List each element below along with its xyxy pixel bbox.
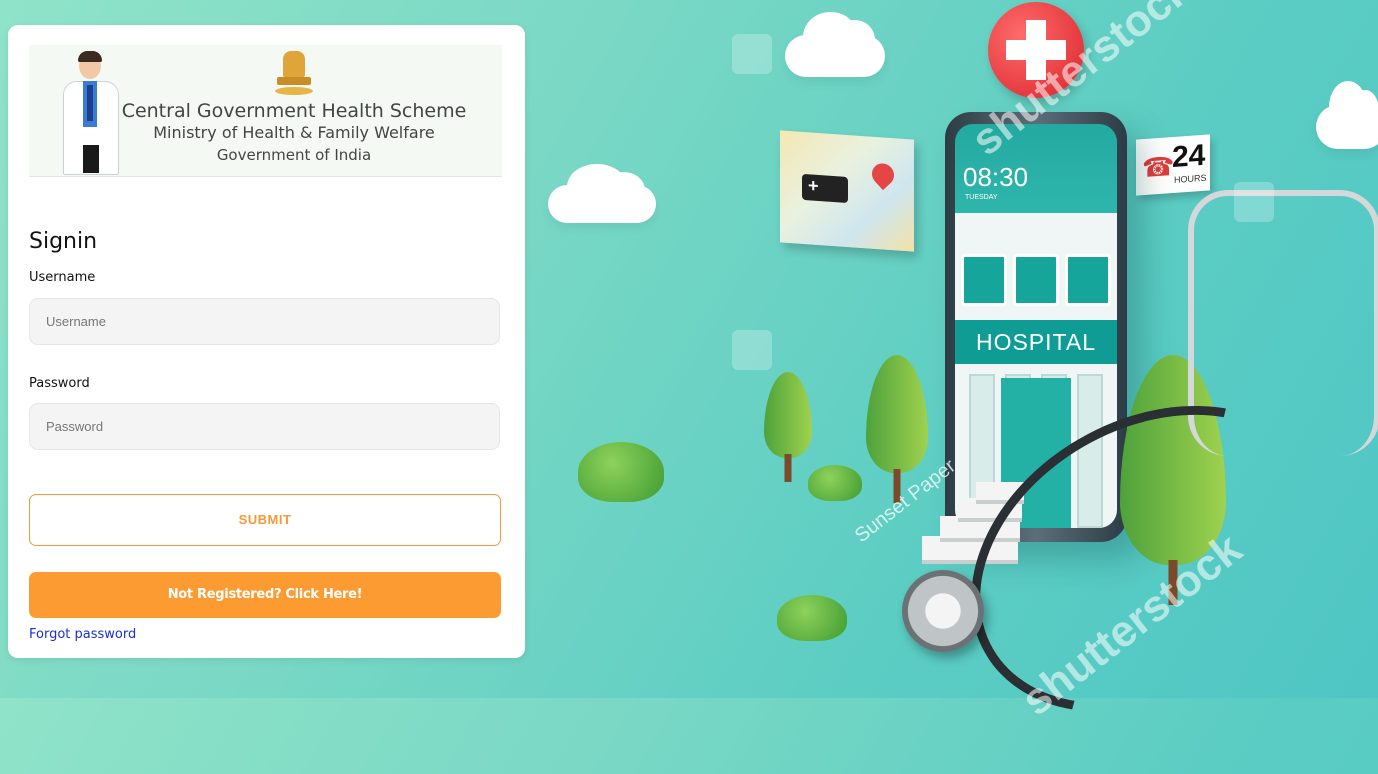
tree-icon	[764, 372, 812, 482]
forgot-password-link[interactable]: Forgot password	[29, 627, 136, 642]
map-card	[780, 130, 914, 252]
watermark-logo-icon	[732, 330, 772, 370]
watermark-logo-icon	[732, 34, 772, 74]
bush-icon	[808, 465, 862, 501]
location-pin-icon	[867, 158, 899, 191]
phone-icon: ☎	[1142, 150, 1175, 184]
badge-number: 24	[1172, 138, 1206, 175]
signin-heading: Signin	[29, 229, 98, 254]
phone-time: 08:30	[963, 162, 1029, 192]
national-emblem-icon	[275, 51, 313, 97]
cloud-icon	[548, 164, 656, 223]
bush-icon	[578, 442, 664, 502]
cloud-icon	[1316, 80, 1378, 149]
ministry-name: Ministry of Health & Family Welfare	[153, 123, 435, 142]
pharmacy-icon	[1065, 254, 1111, 306]
bush-icon	[777, 595, 847, 641]
24-hours-badge: ☎ 24 HOURS	[1136, 134, 1210, 196]
login-card: Central Government Health Scheme Ministr…	[8, 25, 525, 658]
cghs-banner: Central Government Health Scheme Ministr…	[29, 45, 502, 177]
badge-text: HOURS	[1174, 172, 1207, 185]
stethoscope-icon	[902, 570, 984, 652]
register-button[interactable]: Not Registered? Click Here!	[29, 572, 501, 618]
watermark-logo-icon	[1234, 182, 1274, 222]
password-input[interactable]	[29, 403, 500, 450]
submit-button[interactable]: SUBMIT	[29, 494, 501, 546]
phone-day: TUESDAY	[965, 194, 998, 201]
username-input[interactable]	[29, 298, 500, 345]
cloud-icon	[785, 11, 885, 77]
password-label: Password	[29, 376, 90, 391]
ambulance-icon	[802, 173, 848, 204]
username-label: Username	[29, 270, 96, 285]
first-aid-icon	[961, 254, 1007, 306]
app-tiles	[961, 254, 1111, 306]
government-name: Government of India	[216, 146, 372, 164]
heart-icon	[1013, 254, 1059, 306]
scheme-title: Central Government Health Scheme	[121, 100, 467, 122]
hospital-sign: HOSPITAL	[955, 320, 1117, 364]
